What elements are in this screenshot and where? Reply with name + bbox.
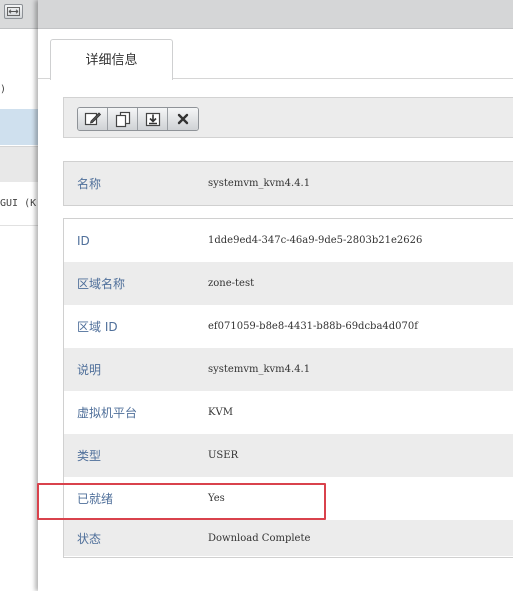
list-item[interactable]: GUI (K (0, 182, 38, 226)
tab-details[interactable]: 详细信息 (50, 39, 173, 80)
list-item-text: GUI (K (0, 198, 37, 209)
close-icon (177, 113, 189, 125)
detail-row-zone-id: 区域 ID ef071059-b8e8-4431-b88b-69dcba4d07… (64, 305, 513, 348)
detail-label: 类型 (77, 449, 102, 463)
detail-row-type: 类型 USER (64, 434, 513, 477)
detail-panel: 详细信息 名称 systemvm_kvm4.4.1 ID 1dde9ed4-34… (38, 0, 513, 591)
detail-row-zone-name: 区域名称 zone-test (64, 262, 513, 305)
list-item[interactable] (0, 146, 38, 182)
detail-value: Yes (208, 493, 225, 504)
detail-value: Download Complete (208, 532, 311, 544)
detail-row-description: 说明 systemvm_kvm4.4.1 (64, 348, 513, 391)
list-item-text: ) (0, 84, 7, 95)
list-panel: ) GUI (K (0, 0, 38, 591)
detail-row-id: ID 1dde9ed4-347c-46a9-9de5-2803b21e2626 (64, 219, 513, 262)
expand-button[interactable] (4, 4, 23, 19)
list-item[interactable]: ) (0, 72, 38, 108)
detail-value: zone-test (208, 278, 255, 289)
tab-strip: 详细信息 (38, 29, 513, 80)
detail-label: 区域 ID (77, 320, 118, 334)
list-header (0, 0, 38, 29)
edit-icon (84, 112, 101, 126)
detail-label: 虚拟机平台 (77, 406, 138, 420)
list-item-selected[interactable] (0, 109, 38, 145)
detail-label: 名称 (77, 177, 102, 191)
panel-header (38, 0, 513, 29)
detail-label: ID (77, 233, 90, 248)
tab-label: 详细信息 (85, 53, 138, 68)
detail-value: systemvm_kvm4.4.1 (208, 178, 311, 189)
detail-label: 状态 (77, 531, 102, 546)
expand-arrows-icon (7, 7, 20, 16)
detail-value: USER (208, 450, 239, 461)
toolbar-button-group (77, 107, 199, 131)
edit-button[interactable] (78, 108, 108, 130)
detail-value: 1dde9ed4-347c-46a9-9de5-2803b21e2626 (208, 235, 423, 246)
detail-row-hypervisor: 虚拟机平台 KVM (64, 391, 513, 434)
detail-label: 区域名称 (77, 277, 126, 291)
detail-row-ready: 已就绪 Yes (64, 477, 513, 520)
delete-button[interactable] (168, 108, 198, 130)
detail-label: 说明 (77, 363, 102, 377)
download-button[interactable] (138, 108, 168, 130)
detail-name-section: 名称 systemvm_kvm4.4.1 (63, 161, 513, 206)
action-toolbar (63, 97, 513, 138)
detail-value: ef071059-b8e8-4431-b88b-69dcba4d070f (208, 321, 418, 332)
copy-icon (115, 111, 130, 127)
detail-value: systemvm_kvm4.4.1 (208, 364, 311, 375)
detail-row-status: 状态 Download Complete (64, 520, 513, 556)
detail-label: 已就绪 (77, 492, 114, 506)
copy-button[interactable] (108, 108, 138, 130)
detail-value: KVM (208, 407, 233, 418)
detail-info-section: ID 1dde9ed4-347c-46a9-9de5-2803b21e2626 … (63, 218, 513, 558)
download-icon (145, 112, 160, 126)
detail-row-name: 名称 systemvm_kvm4.4.1 (64, 162, 513, 205)
